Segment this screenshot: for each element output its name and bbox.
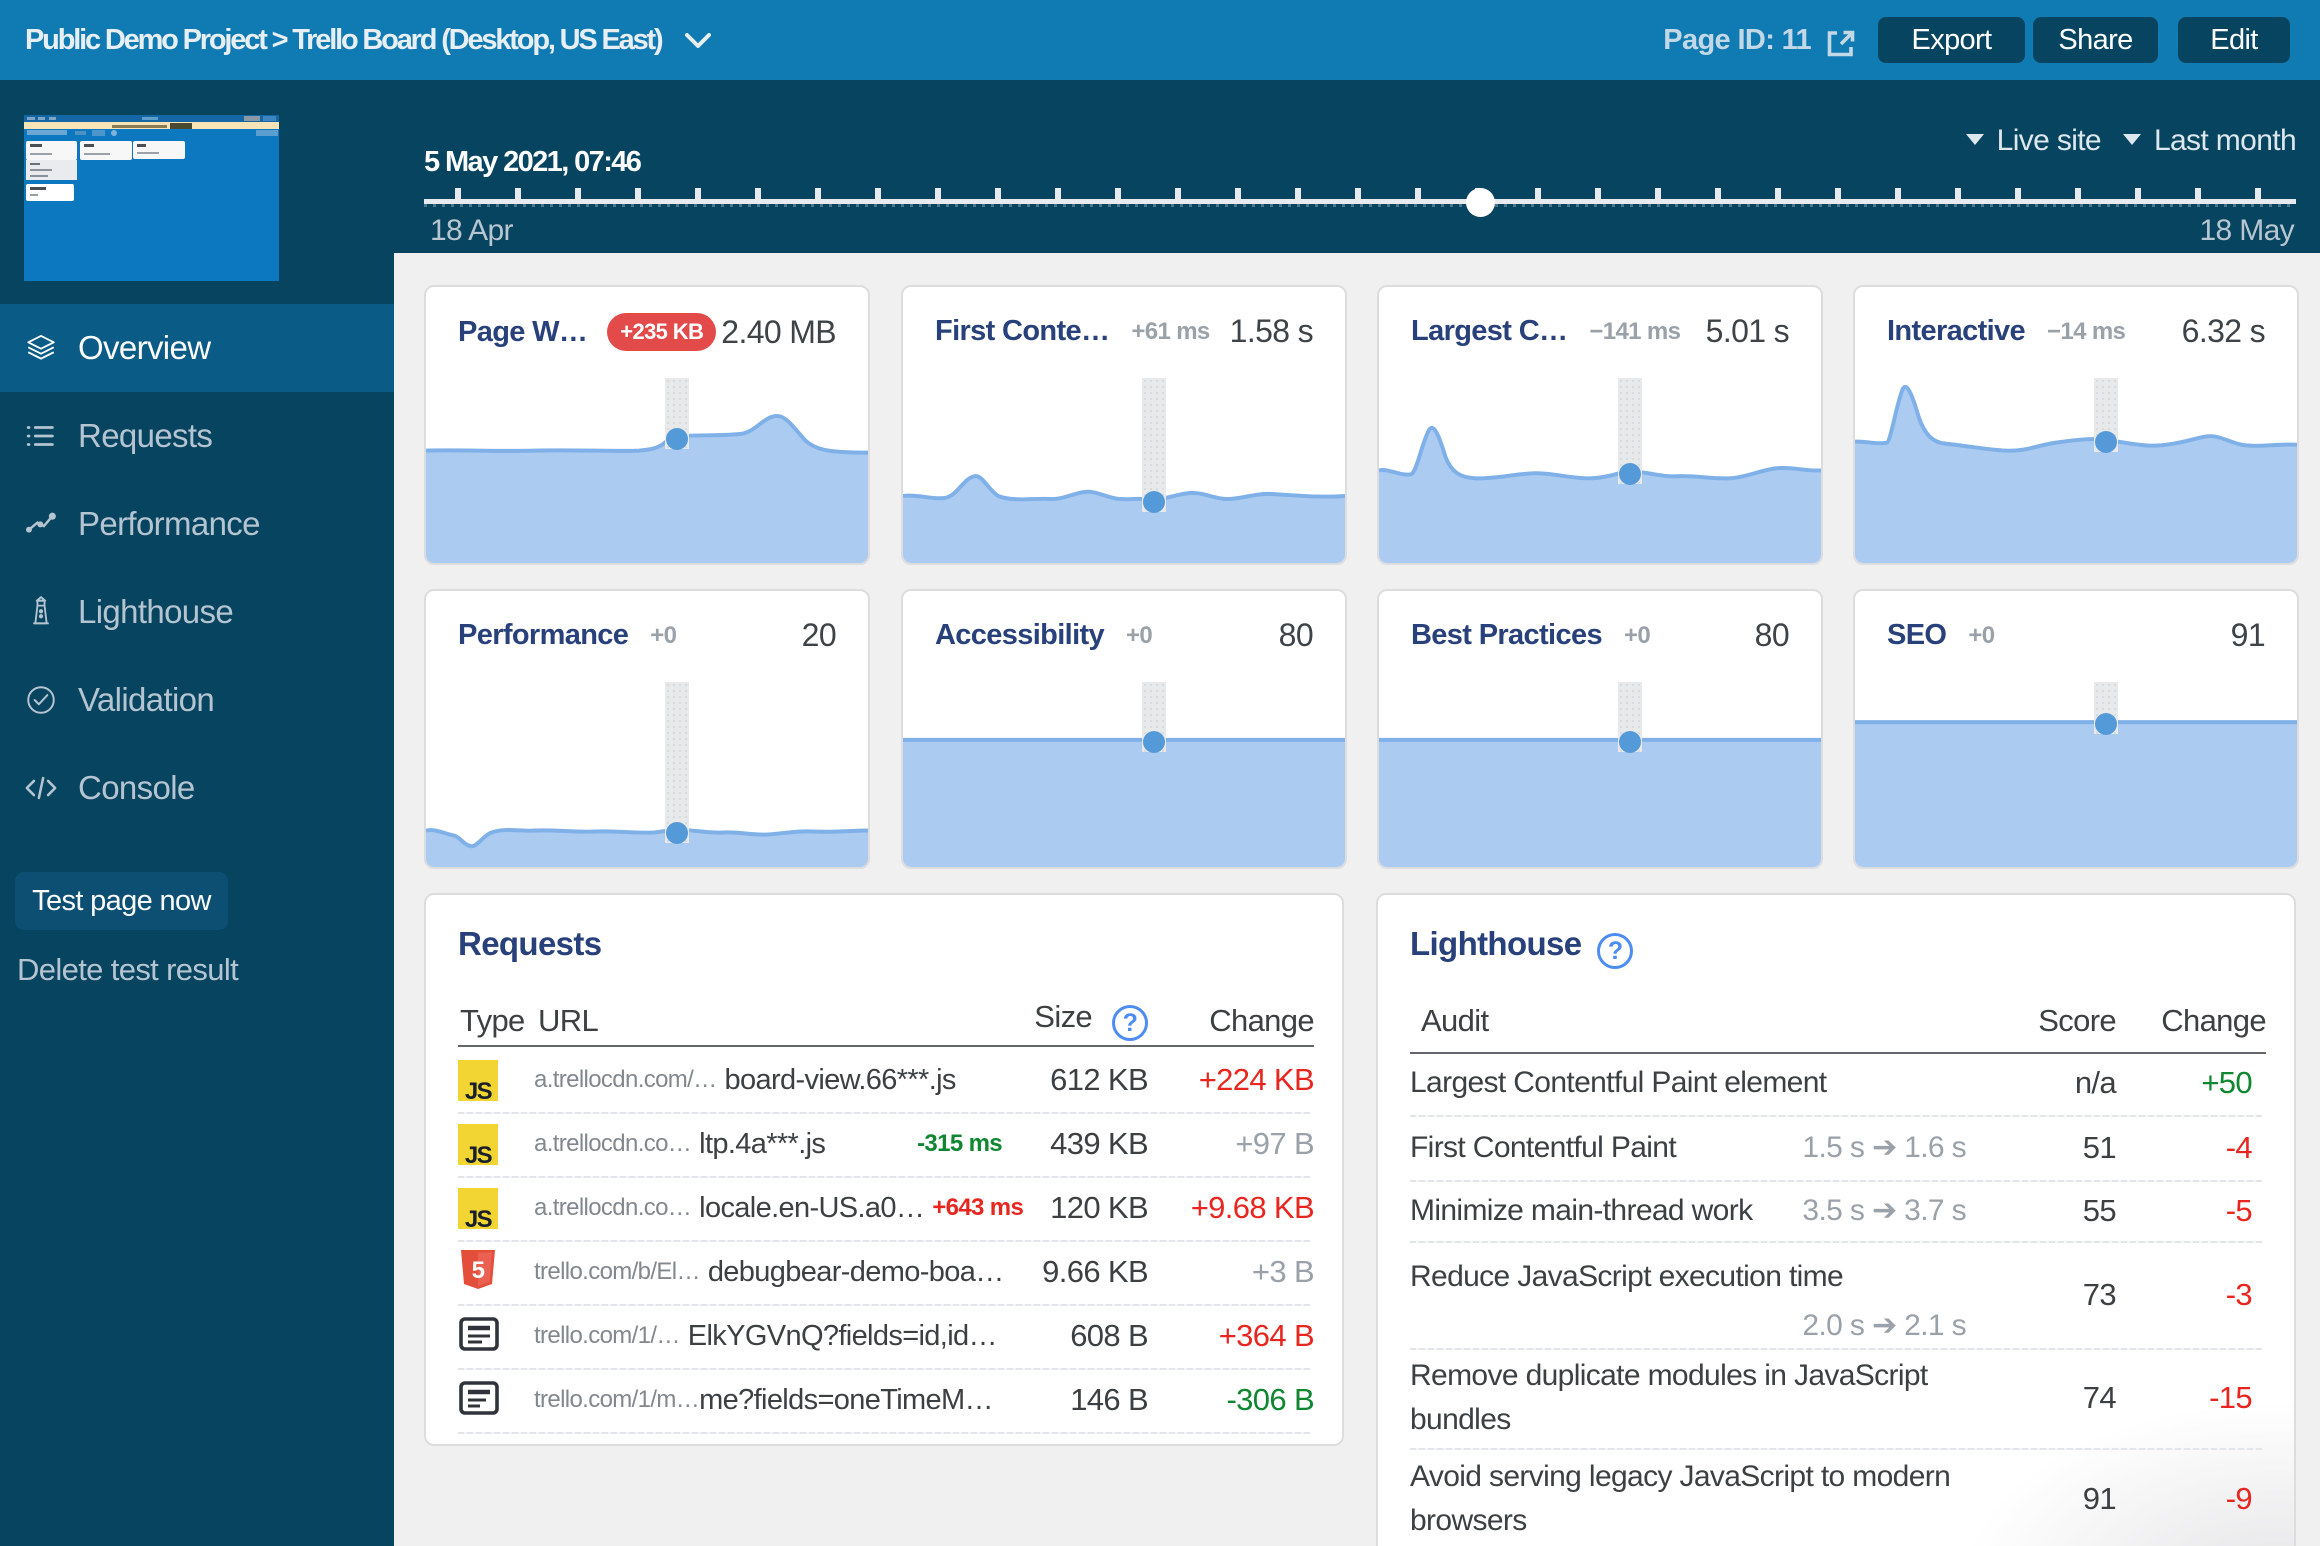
svg-text:5: 5 — [472, 1257, 485, 1284]
